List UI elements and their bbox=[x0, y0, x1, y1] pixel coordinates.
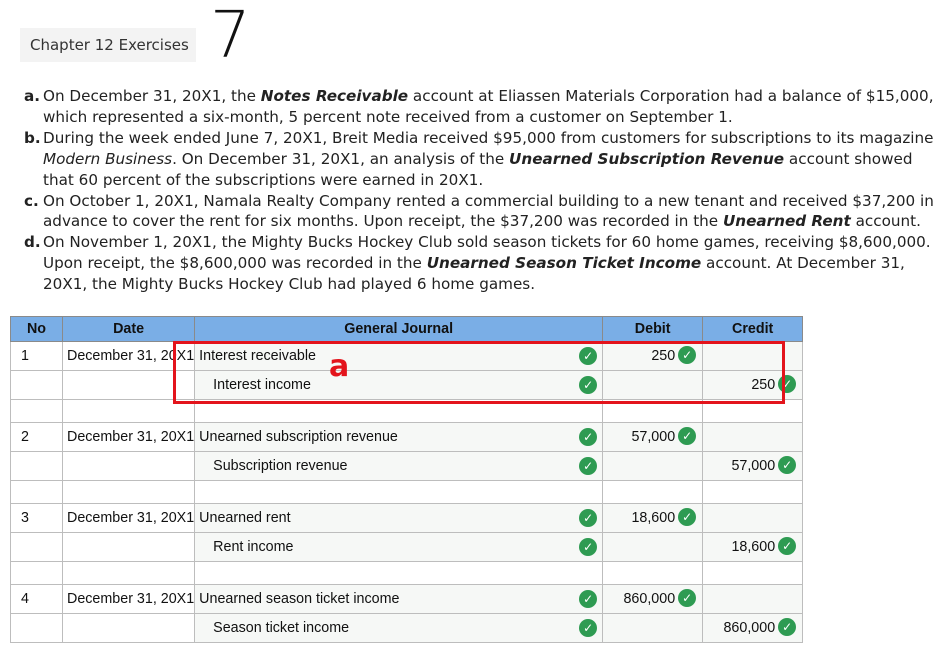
check-icon: ✓ bbox=[579, 428, 598, 446]
check-icon: ✓ bbox=[778, 618, 797, 636]
problem-letter: b. bbox=[24, 128, 41, 147]
table-row: Subscription revenue ✓ 57,000 ✓ bbox=[10, 451, 804, 481]
table-header-row: No Date General Journal Debit Credit bbox=[10, 316, 804, 342]
highlight-box bbox=[173, 341, 785, 404]
problem-text: During the week ended June 7, 20X1, Brei… bbox=[43, 128, 934, 147]
debit-amount: 57,000 bbox=[631, 428, 676, 445]
entry-number: 4 bbox=[10, 584, 63, 614]
account-name: Unearned Season Ticket Income bbox=[426, 254, 702, 273]
credit-amount: 860,000 bbox=[723, 619, 776, 636]
credit-account-field[interactable]: Rent income ✓ bbox=[194, 532, 604, 562]
problem-letter: d. bbox=[24, 233, 41, 252]
credit-amount-field[interactable] bbox=[702, 584, 804, 614]
account-text: Rent income bbox=[213, 539, 294, 555]
table-row: 2 December 31, 20X1 Unearned subscriptio… bbox=[10, 422, 804, 452]
problem-d: d. On November 1, 20X1, the Mighty Bucks… bbox=[24, 232, 944, 295]
debit-amount-field[interactable] bbox=[602, 613, 704, 643]
entry-number bbox=[10, 451, 63, 481]
credit-amount-field[interactable]: 860,000 ✓ bbox=[702, 613, 804, 643]
credit-account-field[interactable]: Subscription revenue ✓ bbox=[194, 451, 604, 481]
account-text: Subscription revenue bbox=[213, 458, 348, 474]
debit-amount-field[interactable]: 18,600 ✓ bbox=[602, 503, 704, 533]
check-icon: ✓ bbox=[778, 456, 797, 474]
account-name: Unearned Subscription Revenue bbox=[509, 149, 785, 168]
check-icon: ✓ bbox=[678, 508, 697, 526]
debit-account-field[interactable]: Unearned subscription revenue ✓ bbox=[194, 422, 604, 452]
credit-amount: 57,000 bbox=[731, 457, 776, 474]
problem-list: a. On December 31, 20X1, the Notes Recei… bbox=[24, 86, 944, 295]
problem-letter: a. bbox=[24, 87, 41, 105]
problem-text: . On December 31, 20X1, an analysis of t… bbox=[172, 149, 510, 168]
date-field bbox=[61, 532, 196, 562]
credit-amount-field[interactable] bbox=[702, 503, 804, 533]
problem-text: account. bbox=[850, 212, 921, 231]
debit-amount-field[interactable]: 57,000 ✓ bbox=[602, 422, 704, 452]
annotation-label: a bbox=[329, 349, 350, 384]
exercise-number: 7 bbox=[210, 0, 251, 73]
credit-account-field[interactable]: Season ticket income ✓ bbox=[194, 613, 604, 643]
check-icon: ✓ bbox=[579, 619, 598, 637]
debit-amount: 18,600 bbox=[631, 509, 676, 526]
account-name: Notes Receivable bbox=[260, 87, 409, 105]
problem-a: a. On December 31, 20X1, the Notes Recei… bbox=[24, 86, 944, 128]
account-text: Season ticket income bbox=[213, 620, 350, 636]
credit-amount-field[interactable]: 57,000 ✓ bbox=[702, 451, 804, 481]
debit-amount: 860,000 bbox=[623, 590, 676, 607]
date-field[interactable]: December 31, 20X1 bbox=[61, 584, 196, 614]
check-icon: ✓ bbox=[678, 427, 697, 445]
account-text: Unearned subscription revenue bbox=[199, 429, 398, 445]
entry-number: 2 bbox=[10, 422, 63, 452]
check-icon: ✓ bbox=[579, 457, 598, 475]
column-header-date: Date bbox=[61, 316, 196, 342]
spacer-row bbox=[10, 561, 804, 585]
check-icon: ✓ bbox=[778, 537, 797, 555]
table-row: Rent income ✓ 18,600 ✓ bbox=[10, 532, 804, 562]
date-field bbox=[61, 613, 196, 643]
entry-number: 3 bbox=[10, 503, 63, 533]
debit-amount-field[interactable] bbox=[602, 451, 704, 481]
account-name: Unearned Rent bbox=[722, 212, 851, 231]
column-header-credit: Credit bbox=[702, 316, 804, 342]
debit-amount-field[interactable] bbox=[602, 532, 704, 562]
column-header-debit: Debit bbox=[602, 316, 704, 342]
entry-number bbox=[10, 613, 63, 643]
problem-b: b. During the week ended June 7, 20X1, B… bbox=[24, 128, 944, 191]
chapter-label: Chapter 12 Exercises bbox=[20, 28, 196, 62]
entry-number bbox=[10, 370, 63, 400]
account-text: Unearned season ticket income bbox=[199, 591, 400, 607]
magazine-name: Modern Business bbox=[43, 149, 173, 168]
column-header-no: No bbox=[10, 316, 63, 342]
debit-amount-field[interactable]: 860,000 ✓ bbox=[602, 584, 704, 614]
column-header-journal: General Journal bbox=[194, 316, 604, 342]
check-icon: ✓ bbox=[678, 589, 697, 607]
table-row: 3 December 31, 20X1 Unearned rent ✓ 18,60… bbox=[10, 503, 804, 533]
date-field[interactable]: December 31, 20X1 bbox=[61, 503, 196, 533]
credit-amount: 18,600 bbox=[731, 538, 776, 555]
check-icon: ✓ bbox=[579, 509, 598, 527]
check-icon: ✓ bbox=[579, 538, 598, 556]
entry-number bbox=[10, 532, 63, 562]
entry-number: 1 bbox=[10, 341, 63, 371]
table-row: Season ticket income ✓ 860,000 ✓ bbox=[10, 613, 804, 643]
problem-letter: c. bbox=[24, 191, 39, 210]
date-field bbox=[61, 451, 196, 481]
date-field[interactable]: December 31, 20X1 bbox=[61, 422, 196, 452]
table-row: 4 December 31, 20X1 Unearned season tick… bbox=[10, 584, 804, 614]
debit-account-field[interactable]: Unearned season ticket income ✓ bbox=[194, 584, 604, 614]
spacer-row bbox=[10, 480, 804, 504]
credit-amount-field[interactable] bbox=[702, 422, 804, 452]
debit-account-field[interactable]: Unearned rent ✓ bbox=[194, 503, 604, 533]
account-text: Unearned rent bbox=[199, 510, 291, 526]
credit-amount-field[interactable]: 18,600 ✓ bbox=[702, 532, 804, 562]
check-icon: ✓ bbox=[579, 590, 598, 608]
problem-text: On December 31, 20X1, the bbox=[43, 87, 261, 105]
problem-c: c. On October 1, 20X1, Namala Realty Com… bbox=[24, 191, 944, 233]
